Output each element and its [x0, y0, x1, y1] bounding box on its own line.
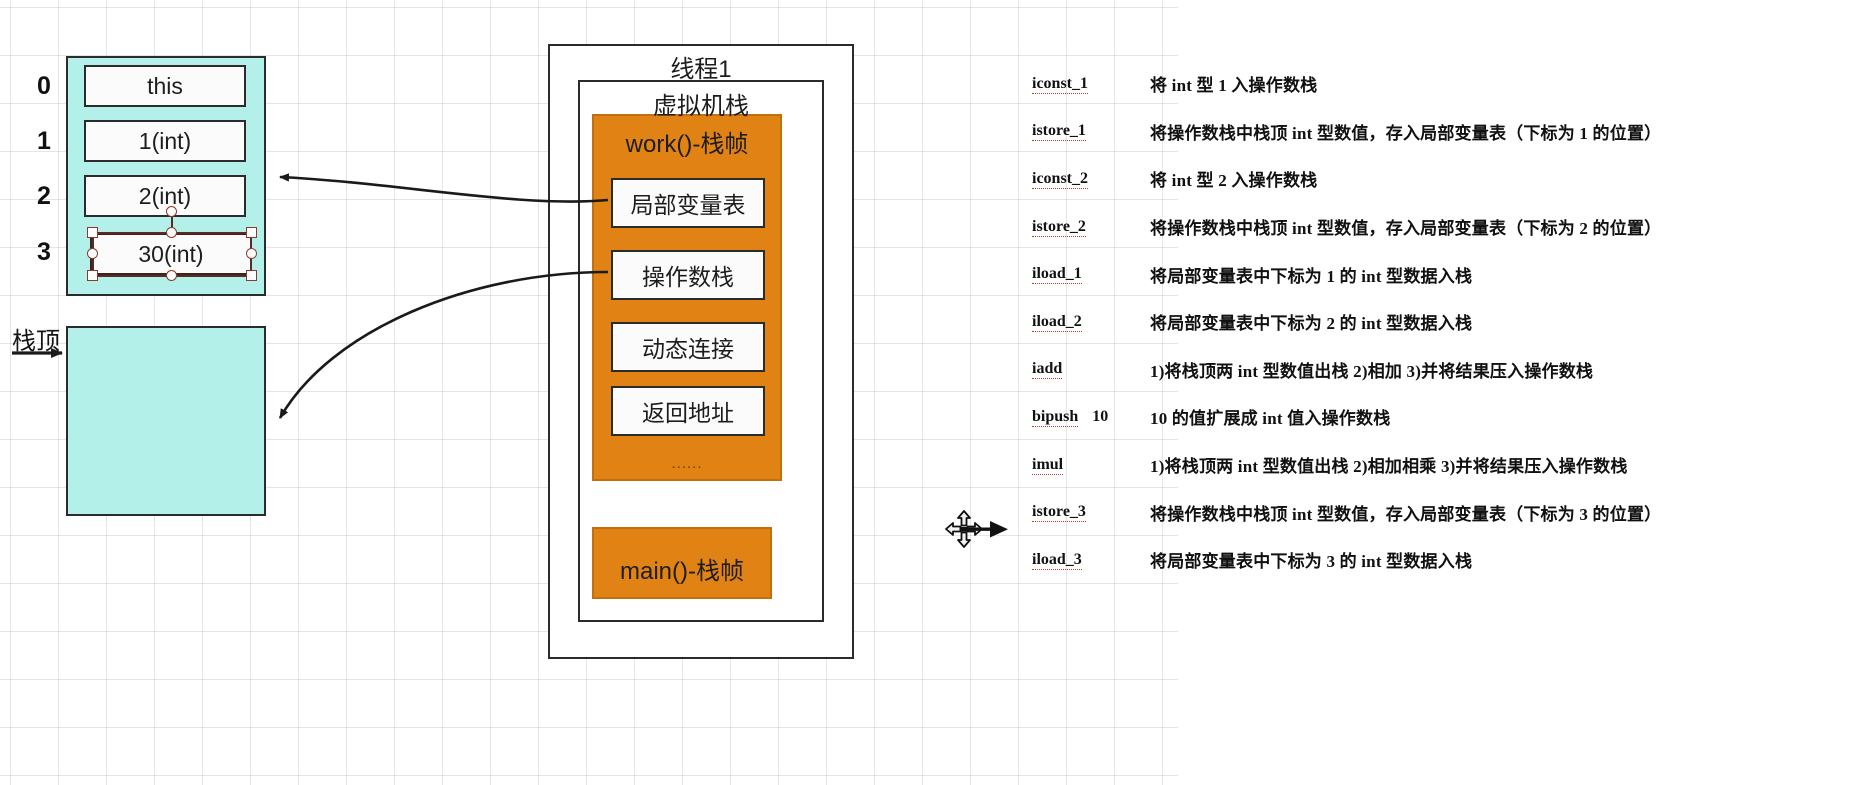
instruction-mnemonic: istore_1	[1032, 122, 1086, 142]
table-row: istore_1 将操作数栈中栈顶 int 型数值，存入局部变量表（下标为 1 …	[1018, 108, 1872, 156]
instruction-mnemonic: bipush 10	[1032, 407, 1109, 427]
instruction-mnemonic: iload_2	[1032, 312, 1082, 332]
table-row: iload_1 将局部变量表中下标为 1 的 int 型数据入栈	[1018, 250, 1872, 298]
selection-handle-middle-left[interactable]	[87, 248, 98, 259]
frame-item-return-address[interactable]: 返回地址	[611, 386, 765, 436]
instruction-description: 将 int 型 1 入操作数栈	[1150, 76, 1318, 96]
selection-handle-bottom-right[interactable]	[246, 270, 257, 281]
table-row: bipush 10 10 的值扩展成 int 值入操作数栈	[1018, 393, 1872, 441]
selection-handle-connector[interactable]	[166, 206, 177, 217]
selection-handle-bottom-center[interactable]	[166, 270, 177, 281]
selection-handle-top-right[interactable]	[246, 227, 257, 238]
frame-item-local-variable-table[interactable]: 局部变量表	[611, 178, 765, 228]
table-row: iconst_1 将 int 型 1 入操作数栈	[1018, 60, 1872, 108]
selection-handle-bottom-left[interactable]	[87, 270, 98, 281]
instruction-description: 将局部变量表中下标为 3 的 int 型数据入栈	[1150, 552, 1473, 572]
instruction-description: 将操作数栈中栈顶 int 型数值，存入局部变量表（下标为 2 的位置）	[1150, 219, 1662, 239]
vm-stack-title: 虚拟机栈	[653, 93, 749, 120]
instruction-description: 将局部变量表中下标为 2 的 int 型数据入栈	[1150, 314, 1473, 334]
instruction-description: 将局部变量表中下标为 1 的 int 型数据入栈	[1150, 266, 1473, 286]
table-row: istore_3 将操作数栈中栈顶 int 型数值，存入局部变量表（下标为 3 …	[1018, 488, 1872, 536]
slot-index-1: 1	[37, 126, 51, 155]
slot-index-2: 2	[37, 181, 51, 210]
selection-handle-top-center[interactable]	[166, 227, 177, 238]
instruction-mnemonic: iload_3	[1032, 550, 1082, 570]
work-frame-title: work()-栈帧	[625, 131, 749, 158]
main-frame-title: main()-栈帧	[620, 558, 744, 585]
instruction-mnemonic: iconst_2	[1032, 169, 1088, 189]
lvt-slot-this[interactable]: this	[84, 65, 246, 107]
lvt-slot-1[interactable]: 1(int)	[84, 120, 246, 162]
diagram-canvas: 0 1 2 3 this 1(int) 2(int) 30(int) 栈顶 线程…	[0, 0, 1872, 785]
thread-title: 线程1	[670, 56, 732, 83]
instruction-description: 1)将栈顶两 int 型数值出栈 2)相加 3)并将结果压入操作数栈	[1150, 361, 1594, 381]
instruction-table: iconst_1 将 int 型 1 入操作数栈 istore_1 将操作数栈中…	[1018, 60, 1872, 584]
frame-ellipsis: ......	[671, 455, 703, 472]
table-row: iload_2 将局部变量表中下标为 2 的 int 型数据入栈	[1018, 298, 1872, 346]
table-row: iconst_2 将 int 型 2 入操作数栈	[1018, 155, 1872, 203]
selection-handle-middle-right[interactable]	[246, 248, 257, 259]
table-row: iadd 1)将栈顶两 int 型数值出栈 2)相加 3)并将结果压入操作数栈	[1018, 346, 1872, 394]
move-cursor	[945, 510, 1008, 548]
frame-item-operand-stack[interactable]: 操作数栈	[611, 250, 765, 300]
operand-stack-box[interactable]	[66, 326, 266, 516]
instruction-description: 1)将栈顶两 int 型数值出栈 2)相加相乘 3)并将结果压入操作数栈	[1150, 457, 1628, 477]
stack-top-label: 栈顶	[12, 328, 60, 355]
selection-handle-top-left[interactable]	[87, 227, 98, 238]
lvt-slot-2[interactable]: 2(int)	[84, 175, 246, 217]
slot-index-0: 0	[37, 71, 51, 100]
instruction-mnemonic: imul	[1032, 455, 1064, 475]
frame-item-dynamic-linking[interactable]: 动态连接	[611, 322, 765, 372]
instruction-description: 将操作数栈中栈顶 int 型数值，存入局部变量表（下标为 1 的位置）	[1150, 123, 1662, 143]
instruction-mnemonic: iadd	[1032, 360, 1063, 380]
instruction-mnemonic: iconst_1	[1032, 74, 1088, 94]
instruction-mnemonic: iload_1	[1032, 265, 1082, 285]
lvt-slot-3-selected[interactable]: 30(int)	[90, 233, 252, 275]
instruction-description: 10 的值扩展成 int 值入操作数栈	[1150, 409, 1391, 429]
table-row: iload_3 将局部变量表中下标为 3 的 int 型数据入栈	[1018, 536, 1872, 584]
slot-index-3: 3	[37, 237, 51, 266]
table-row: istore_2 将操作数栈中栈顶 int 型数值，存入局部变量表（下标为 2 …	[1018, 203, 1872, 251]
instruction-description: 将 int 型 2 入操作数栈	[1150, 171, 1318, 191]
table-row: imul 1)将栈顶两 int 型数值出栈 2)相加相乘 3)并将结果压入操作数…	[1018, 441, 1872, 489]
document-paper-bottom-strip	[1018, 635, 1178, 785]
instruction-mnemonic: istore_2	[1032, 217, 1086, 237]
instruction-mnemonic: istore_3	[1032, 503, 1086, 523]
instruction-description: 将操作数栈中栈顶 int 型数值，存入局部变量表（下标为 3 的位置）	[1150, 504, 1662, 524]
